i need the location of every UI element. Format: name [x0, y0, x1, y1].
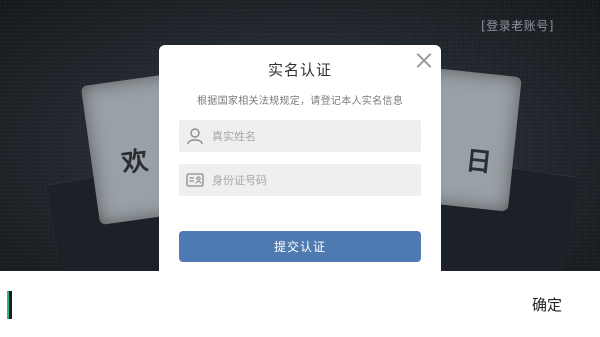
id-number-field[interactable] [179, 164, 421, 196]
id-number-input[interactable] [212, 164, 421, 196]
real-name-input[interactable] [212, 120, 421, 152]
modal-description: 根据国家相关法规规定，请登记本人实名信息 [197, 96, 403, 107]
ime-input[interactable] [16, 289, 500, 323]
person-icon [187, 128, 203, 145]
text-cursor [7, 291, 12, 319]
input-bar: 确定 [0, 271, 600, 337]
paper-right-glyph: 日 [464, 146, 494, 179]
real-name-modal: 实名认证 根据国家相关法规规定，请登记本人实名信息 提交认证 [159, 45, 441, 271]
real-name-field[interactable] [179, 120, 421, 152]
close-icon[interactable] [415, 51, 433, 69]
switch-account-link[interactable]: [登录老账号] [481, 17, 554, 34]
id-card-icon [186, 173, 204, 187]
submit-verification-button[interactable]: 提交认证 [179, 231, 421, 262]
confirm-button[interactable]: 确定 [532, 294, 562, 315]
modal-title: 实名认证 [267, 61, 332, 79]
paper-left-glyph: 欢 [119, 145, 150, 180]
